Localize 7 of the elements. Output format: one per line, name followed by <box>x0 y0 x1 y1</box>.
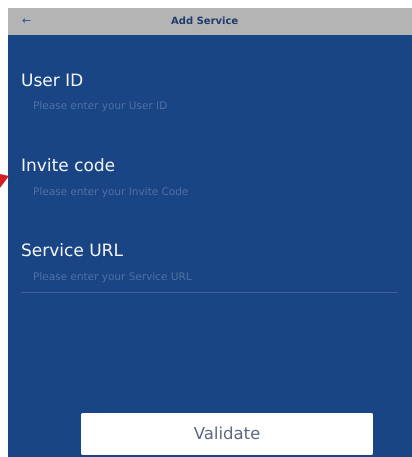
field-label: Service URL <box>21 241 124 262</box>
back-arrow[interactable]: ← <box>22 13 32 30</box>
field-label: User ID <box>21 71 84 92</box>
screen-title: Add Service <box>170 15 240 29</box>
field-label: Invite code <box>21 156 116 177</box>
arrow-tip-icon <box>0 174 9 188</box>
validate-button[interactable]: Validate <box>81 413 373 455</box>
